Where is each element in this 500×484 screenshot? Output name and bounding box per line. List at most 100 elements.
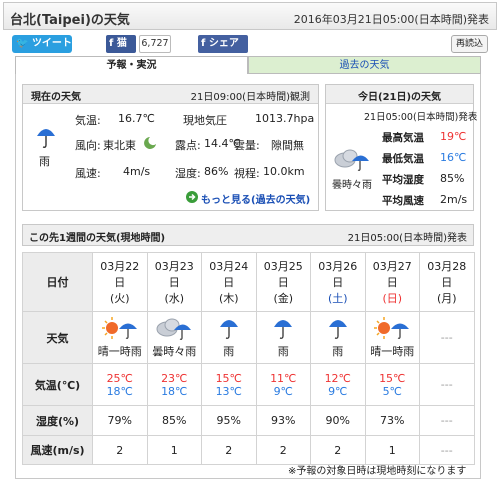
day-min-temp: 18℃ (161, 384, 188, 398)
facebook-count: 6,727 (139, 35, 171, 53)
day-min-temp: 5℃ (382, 384, 402, 398)
day-humidity-cell: 95% (201, 405, 257, 436)
day-wind: 2 (225, 443, 233, 457)
day-date: 03月26 (318, 260, 358, 273)
current-pressure: 1013.7hpa (255, 112, 315, 125)
day-max-temp: 25℃ (106, 371, 133, 385)
row-date: 日付 03月22 日 (火) 03月23 日 (水) 03月24 日 (木) 03月25 日 (金) 0… (22, 252, 475, 312)
day-weather-cell: 曇時々雨 (146, 311, 202, 364)
day-of-week: (金) (273, 292, 294, 305)
day-of-week: (日) (382, 292, 403, 305)
more-link[interactable]: もっと見る(過去の天気) (201, 191, 310, 206)
day-wind-cell: 1 (146, 435, 202, 465)
tweet-button[interactable]: 🐦 ツイート (12, 35, 72, 53)
day-humidity-cell: 73% (364, 405, 420, 436)
day-date-cell: 03月24 日 (木) (201, 252, 257, 312)
day-wind-cell: 2 (201, 435, 257, 465)
umbrella-icon (37, 129, 55, 148)
day-weather-cell: 雨 (201, 311, 257, 364)
row-label-date: 日付 (22, 252, 93, 312)
day-humidity: 93% (271, 414, 296, 427)
facebook-like-button[interactable]: f 猫 (106, 35, 136, 53)
day-wind-cell: --- (419, 435, 475, 465)
title-bar: 台北(Taipei)の天気 2016年03月21日05:00(日本時間)発表 (3, 2, 497, 30)
cloud-umbrella-icon (148, 316, 202, 343)
day-max-temp: 23℃ (161, 371, 188, 385)
day-weather-text: 雨 (332, 345, 344, 358)
row-temp: 気温(℃) 25℃ 18℃ 23℃ 18℃ 15℃ 13℃ 11℃ 9℃ 12℃ 9℃ 15℃ 5℃ -… (22, 363, 475, 406)
day-date-cell: 03月27 日 (日) (364, 252, 420, 312)
day-of-week: (木) (218, 292, 239, 305)
umbrella-icon (311, 316, 365, 343)
day-temp-cell: 15℃ 13℃ (201, 363, 257, 406)
day-wind: 1 (388, 443, 396, 457)
day-wind-cell: 2 (255, 435, 311, 465)
day-max-temp: 15℃ (379, 371, 406, 385)
day-humidity-cell: 90% (310, 405, 366, 436)
current-cloud: 隙間無 (271, 139, 304, 152)
day-wind: 2 (279, 443, 287, 457)
day-weather-text: 晴一時雨 (97, 345, 142, 358)
day-temp-cell: 12℃ 9℃ (310, 363, 366, 406)
today-min-temp: 16℃ (440, 151, 467, 164)
day-suffix: 日 (168, 276, 180, 289)
week-heading-bar: この先1週間の天気(現地時間) 21日05:00(日本時間)発表 (22, 224, 474, 246)
day-date-cell: 03月25 日 (金) (255, 252, 311, 312)
arrow-right-icon (186, 191, 198, 203)
today-issued: 21日05:00(日本時間)発表 (364, 112, 478, 123)
issued-datetime: 2016年03月21日05:00(日本時間)発表 (293, 13, 489, 26)
day-humidity: 85% (162, 414, 187, 427)
day-weather-text: 雨 (223, 345, 235, 358)
day-suffix: 日 (223, 276, 235, 289)
day-suffix: 日 (277, 276, 289, 289)
day-weather-cell: 晴一時雨 (92, 311, 148, 364)
day-temp-cell: 23℃ 18℃ (146, 363, 202, 406)
day-date-cell: 03月23 日 (水) (146, 252, 202, 312)
row-wind: 風速(m/s) 2 1 2 2 2 1 --- (22, 435, 475, 465)
day-max-temp: 12℃ (324, 371, 351, 385)
day-date: 03月24 (209, 260, 249, 273)
today-condition: 曇時々雨 (332, 180, 372, 191)
day-wind: 1 (170, 443, 178, 457)
share-button[interactable]: f シェア (198, 35, 248, 53)
day-min-temp: 9℃ (328, 384, 348, 398)
today-max-temp: 19℃ (440, 130, 467, 143)
day-weather-cell: --- (419, 311, 475, 364)
day-min-temp: 18℃ (106, 384, 133, 398)
week-forecast-table: 日付 03月22 日 (火) 03月23 日 (水) 03月24 日 (木) 03月25 日 (金) 0… (22, 252, 475, 465)
umbrella-icon (202, 316, 256, 343)
day-suffix: 日 (441, 276, 453, 289)
day-of-week: (水) (164, 292, 185, 305)
current-temp: 16.7℃ (118, 112, 155, 125)
day-suffix: 日 (386, 276, 398, 289)
day-of-week: (土) (327, 292, 348, 305)
dash-placeholder: --- (440, 378, 453, 391)
day-of-week: (月) (436, 292, 457, 305)
day-max-temp: 11℃ (270, 371, 297, 385)
day-temp-cell: --- (419, 363, 475, 406)
day-date: 03月25 (263, 260, 303, 273)
tab-past-weather[interactable]: 過去の天気 (248, 56, 481, 74)
current-weather-heading: 現在の天気 (31, 92, 81, 103)
current-visibility: 10.0km (263, 165, 305, 178)
current-wind-direction: 東北東 (103, 139, 136, 152)
day-wind-cell: 1 (364, 435, 420, 465)
week-heading: この先1週間の天気(現地時間) (29, 233, 166, 244)
day-wind: 2 (116, 443, 124, 457)
day-weather-text: 曇時々雨 (152, 345, 197, 358)
day-date: 03月23 (154, 260, 194, 273)
cloud-umbrella-icon (334, 149, 369, 171)
sun-umbrella-icon (93, 316, 147, 343)
row-label-wind: 風速(m/s) (22, 435, 93, 465)
observed-time: 21日09:00(日本時間)観測 (190, 92, 310, 103)
dash-placeholder: --- (440, 443, 453, 457)
reload-button[interactable]: 再読込 (451, 35, 488, 53)
day-max-temp: 15℃ (215, 371, 242, 385)
row-label-temp: 気温(℃) (22, 363, 93, 406)
current-humidity: 86% (204, 165, 229, 178)
dash-placeholder: --- (440, 331, 453, 344)
day-wind-cell: 2 (92, 435, 148, 465)
day-humidity-cell: --- (419, 405, 475, 436)
tab-forecast[interactable]: 予報・実況 (15, 56, 248, 74)
sun-umbrella-icon (366, 316, 420, 343)
